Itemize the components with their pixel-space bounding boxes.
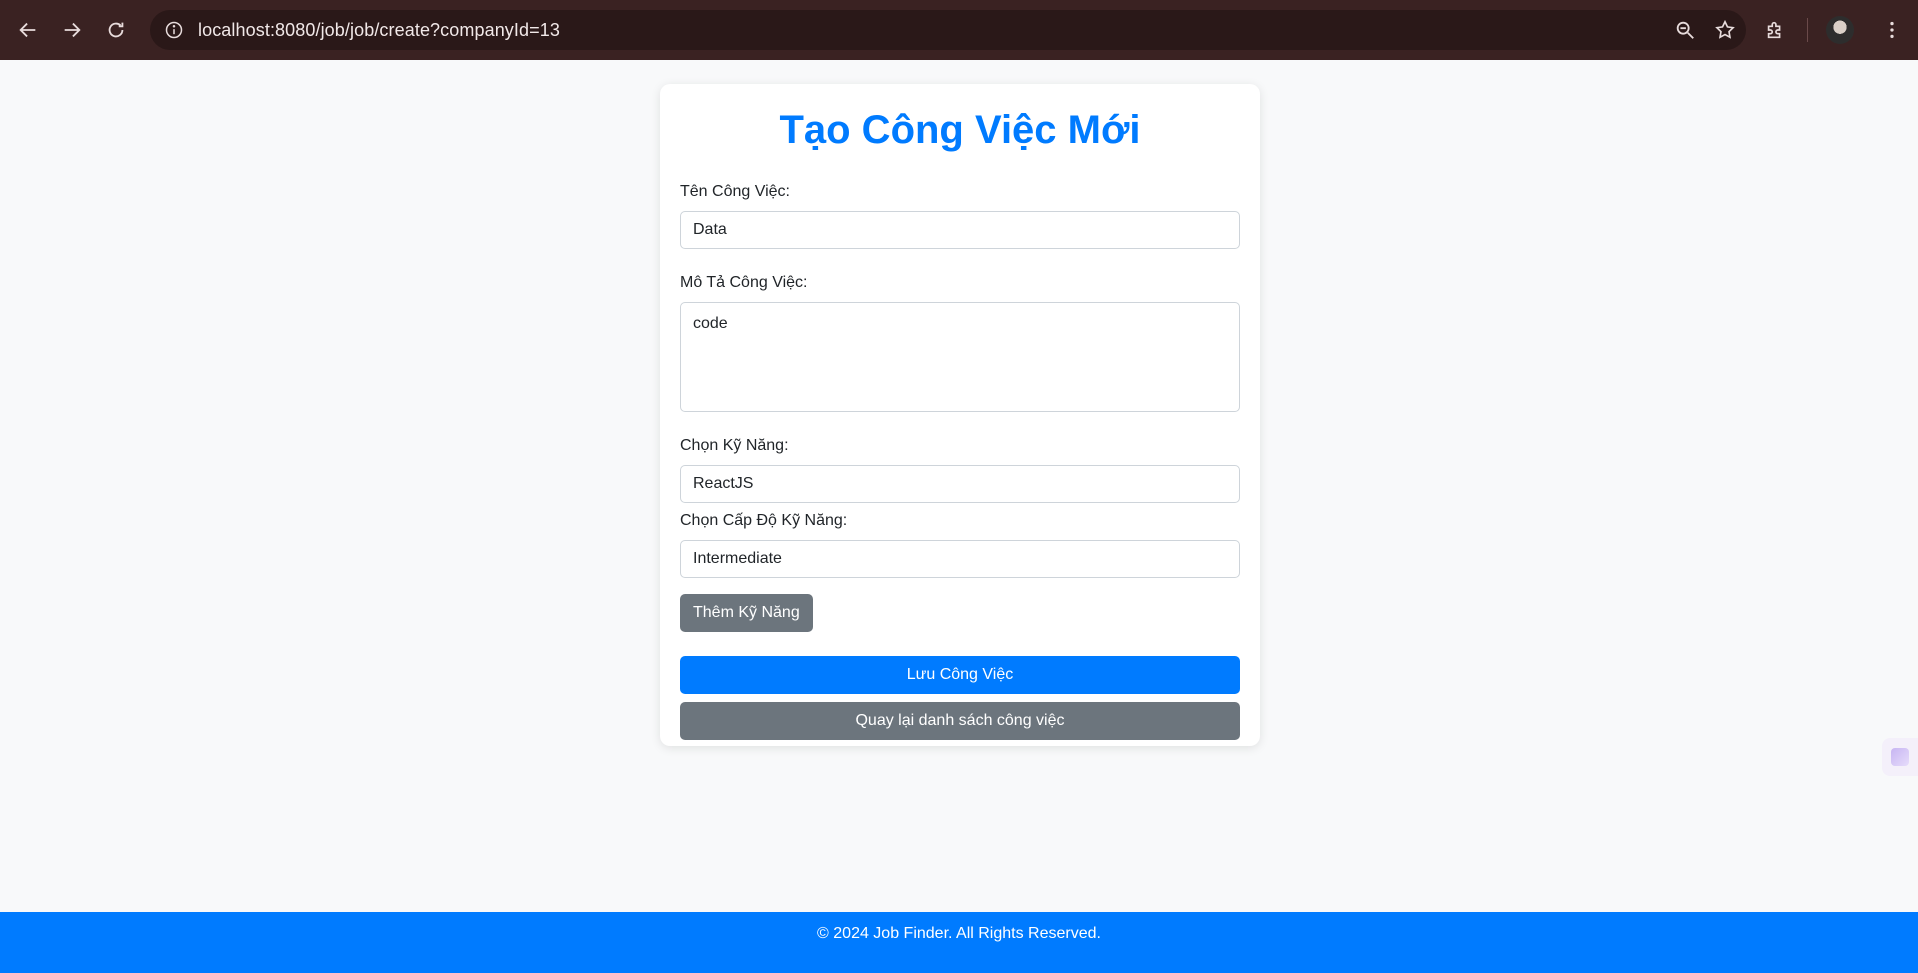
back-arrow-icon <box>19 22 36 38</box>
skill-level-select[interactable]: Intermediate <box>680 540 1240 578</box>
create-job-card: Tạo Công Việc Mới Tên Công Việc: Data Mô… <box>660 84 1260 746</box>
reload-icon <box>108 22 124 38</box>
more-menu-button[interactable] <box>1872 10 1912 50</box>
assistant-icon <box>1891 748 1909 766</box>
description-label: Mô Tả Công Việc: <box>680 274 808 291</box>
side-widget-button[interactable] <box>1882 738 1918 776</box>
skill-select[interactable]: ReactJS <box>680 465 1240 503</box>
page-footer: © 2024 Job Finder. All Rights Reserved. <box>0 912 1918 973</box>
bookmark-star-icon[interactable] <box>1714 19 1736 41</box>
toolbar-divider <box>1807 18 1808 42</box>
extensions-icon <box>1767 21 1781 39</box>
zoom-icon[interactable] <box>1674 19 1696 41</box>
site-info-icon[interactable] <box>162 18 186 42</box>
address-bar[interactable]: localhost:8080/job/job/create?companyId=… <box>150 10 1746 50</box>
back-button[interactable] <box>6 8 50 52</box>
job-name-label: Tên Công Việc: <box>680 183 790 200</box>
forward-arrow-icon <box>64 22 81 38</box>
skill-label: Chọn Kỹ Năng: <box>680 437 789 454</box>
url-text[interactable]: localhost:8080/job/job/create?companyId=… <box>198 20 560 41</box>
reload-button[interactable] <box>94 8 138 52</box>
more-menu-icon <box>1890 21 1894 39</box>
job-name-input[interactable]: Data <box>680 211 1240 249</box>
description-textarea[interactable]: code <box>680 302 1240 412</box>
profile-avatar <box>1826 16 1854 44</box>
forward-button[interactable] <box>50 8 94 52</box>
skill-level-label: Chọn Cấp Độ Kỹ Năng: <box>680 512 848 529</box>
back-to-list-button[interactable]: Quay lại danh sách công việc <box>680 702 1240 740</box>
profile-button[interactable] <box>1820 10 1860 50</box>
extensions-button[interactable] <box>1755 10 1795 50</box>
page-title: Tạo Công Việc Mới <box>779 108 1141 152</box>
browser-toolbar: localhost:8080/job/job/create?companyId=… <box>0 0 1918 60</box>
save-job-button[interactable]: Lưu Công Việc <box>680 656 1240 694</box>
footer-copyright: © 2024 Job Finder. All Rights Reserved. <box>817 925 1101 942</box>
add-skill-button[interactable]: Thêm Kỹ Năng <box>680 594 813 632</box>
